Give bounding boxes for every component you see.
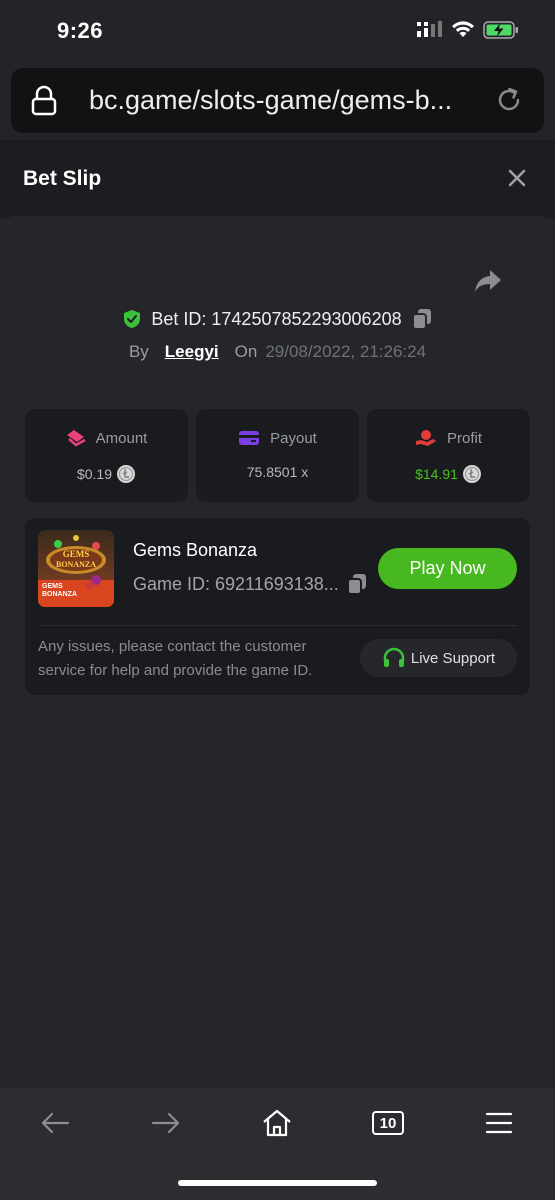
- game-thumbnail[interactable]: GEMS BONANZA GEMS BONANZA: [38, 530, 114, 607]
- verified-shield-icon: [124, 310, 141, 328]
- bet-date: 29/08/2022, 21:26:24: [265, 342, 427, 361]
- live-support-button[interactable]: Live Support: [360, 639, 517, 677]
- profit-label: Profit: [446, 429, 482, 447]
- forward-icon: [151, 1112, 180, 1134]
- profit-icon: [415, 430, 436, 446]
- bet-slip-header: Bet Slip: [0, 140, 555, 218]
- page-title: Bet Slip: [23, 167, 102, 190]
- signal-icon: [417, 21, 442, 37]
- payout-label: Payout: [270, 429, 317, 447]
- svg-text:GEMS: GEMS: [42, 583, 63, 590]
- game-id: Game ID: 69211693138...: [133, 573, 339, 594]
- url-text[interactable]: bc.game/slots-game/gems-b...: [89, 85, 489, 116]
- tabs-count: 10: [379, 1114, 397, 1132]
- bet-id-row: Bet ID: 1742507852293006208: [0, 306, 555, 332]
- copy-icon[interactable]: [346, 573, 367, 595]
- help-text: Any issues, please contact the customer …: [38, 638, 313, 679]
- share-icon[interactable]: [474, 268, 502, 294]
- wifi-icon: [452, 21, 474, 37]
- status-time: 9:26: [57, 18, 104, 43]
- payout-card: Payout 75.8501 x: [196, 409, 359, 502]
- payout-icon: [239, 431, 260, 445]
- tabs-button[interactable]: 10: [368, 1106, 408, 1140]
- amount-value: $0.19: [76, 466, 113, 482]
- amount-card: Amount $0.19: [25, 409, 188, 502]
- profit-value: $14.91: [415, 466, 458, 482]
- gems-bonanza-logo: GEMS BONANZA GEMS BONANZA: [38, 530, 114, 607]
- menu-icon: [485, 1112, 513, 1134]
- bet-meta-row: By Leegyi On 29/08/2022, 21:26:24: [0, 340, 555, 364]
- address-bar[interactable]: bc.game/slots-game/gems-b...: [11, 68, 544, 133]
- menu-button[interactable]: [479, 1106, 519, 1140]
- game-id-row: Game ID: 69211693138...: [133, 573, 367, 595]
- on-label: On: [234, 342, 258, 361]
- play-now-button[interactable]: Play Now: [378, 548, 517, 589]
- coin-icon: [117, 465, 136, 483]
- status-bar: 9:26: [0, 0, 555, 62]
- divider: [38, 625, 517, 626]
- game-card: GEMS BONANZA GEMS BONANZA Gems Bonanza G…: [25, 518, 530, 695]
- home-indicator: [178, 1180, 377, 1186]
- back-icon: [41, 1112, 70, 1134]
- svg-text:BONANZA: BONANZA: [42, 591, 77, 598]
- live-support-label: Live Support: [410, 649, 496, 667]
- svg-text:BONANZA: BONANZA: [56, 560, 96, 569]
- payout-value: 75.8501 x: [246, 464, 309, 480]
- svg-text:GEMS: GEMS: [63, 549, 90, 559]
- headset-icon: [383, 647, 405, 667]
- bet-id: Bet ID: 1742507852293006208: [151, 308, 402, 329]
- profit-card: Profit $14.91: [367, 409, 530, 502]
- game-name: Gems Bonanza: [133, 540, 258, 560]
- coin-icon: [462, 465, 481, 483]
- copy-icon[interactable]: [411, 308, 432, 330]
- lock-icon: [31, 85, 57, 116]
- bet-slip-panel: Bet ID: 1742507852293006208 By Leegyi On…: [0, 216, 555, 1088]
- amount-icon: [66, 430, 86, 447]
- battery-charging-icon: [483, 21, 518, 39]
- close-icon[interactable]: [507, 168, 527, 188]
- reload-icon[interactable]: [494, 85, 524, 115]
- status-icons: [417, 20, 519, 40]
- forward-button[interactable]: [146, 1106, 186, 1140]
- amount-label: Amount: [95, 429, 148, 447]
- home-button[interactable]: [257, 1106, 297, 1140]
- username-link[interactable]: Leegyi: [165, 342, 219, 362]
- back-button[interactable]: [35, 1106, 75, 1140]
- home-icon: [263, 1109, 291, 1137]
- by-label: By: [128, 342, 149, 361]
